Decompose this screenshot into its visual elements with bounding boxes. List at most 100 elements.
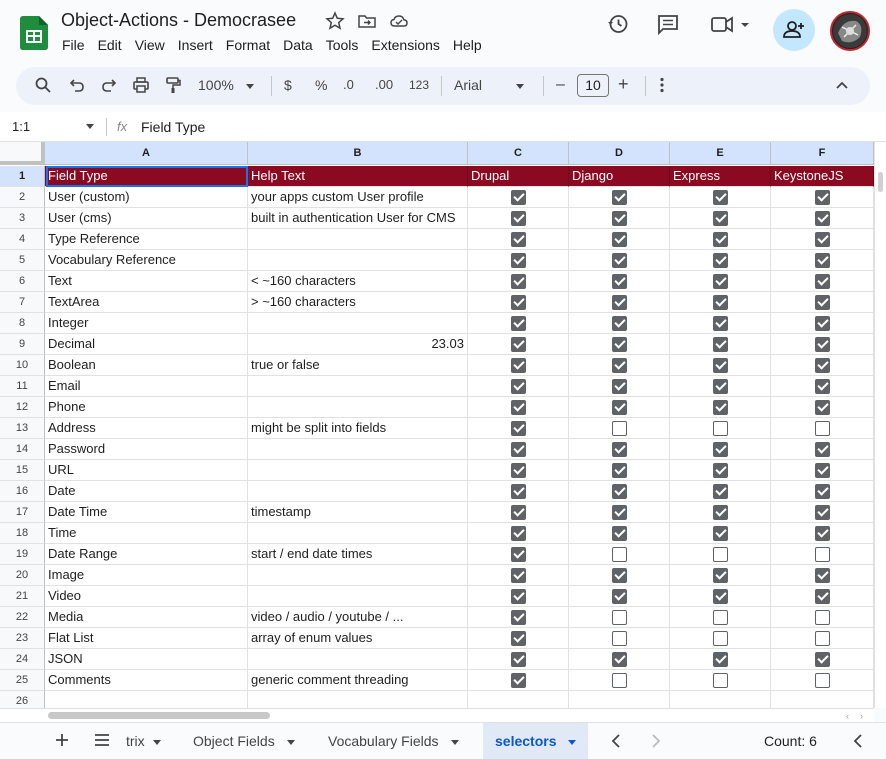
star-icon[interactable] (325, 11, 345, 31)
cloud-status-icon[interactable] (389, 11, 409, 31)
checkbox-checked[interactable] (712, 358, 728, 373)
checkbox-checked[interactable] (712, 211, 728, 226)
row-number[interactable]: 19 (0, 544, 45, 565)
formula-input[interactable]: Field Type (141, 119, 205, 135)
checkbox-checked[interactable] (510, 400, 526, 415)
undo-icon[interactable] (68, 76, 86, 96)
help-text-cell[interactable]: might be split into fields (248, 418, 468, 439)
field-type-cell[interactable]: Text (45, 271, 248, 292)
row-number[interactable]: 20 (0, 565, 45, 586)
checkbox-checked[interactable] (611, 190, 627, 205)
field-type-cell[interactable]: Type Reference (45, 229, 248, 250)
row-number[interactable]: 1 (0, 166, 45, 187)
help-text-cell[interactable]: > ~160 characters (248, 292, 468, 313)
row-number[interactable]: 5 (0, 250, 45, 271)
field-type-cell[interactable]: Password (45, 439, 248, 460)
checkbox-checked[interactable] (611, 295, 627, 310)
scroll-tabs-right-icon[interactable] (650, 733, 662, 754)
checkbox-checked[interactable] (611, 316, 627, 331)
checkbox-checked[interactable] (814, 400, 830, 415)
checkbox-checked[interactable] (712, 568, 728, 583)
menu-help[interactable]: Help (453, 37, 482, 53)
checkbox-checked[interactable] (510, 211, 526, 226)
decrease-decimal-button[interactable]: .0 (343, 77, 354, 97)
checkbox-checked[interactable] (510, 358, 526, 373)
row-number[interactable]: 2 (0, 187, 45, 208)
more-formats-button[interactable]: 123 (409, 78, 429, 98)
column-header-c[interactable]: C (468, 142, 569, 165)
checkbox-checked[interactable] (510, 463, 526, 478)
checkbox-unchecked[interactable] (611, 673, 627, 688)
checkbox-checked[interactable] (611, 484, 627, 499)
checkbox-checked[interactable] (611, 400, 627, 415)
meet-icon[interactable] (710, 12, 752, 41)
checkbox-checked[interactable] (814, 358, 830, 373)
header-cell[interactable]: KeystoneJS (771, 166, 874, 187)
checkbox-checked[interactable] (814, 442, 830, 457)
print-icon[interactable] (132, 76, 150, 96)
help-text-cell[interactable]: built in authentication User for CMS (248, 208, 468, 229)
help-text-cell[interactable]: true or false (248, 355, 468, 376)
help-text-cell[interactable] (248, 439, 468, 460)
checkbox-checked[interactable] (814, 337, 830, 352)
sheets-logo-icon[interactable] (20, 16, 48, 50)
checkbox-unchecked[interactable] (814, 547, 830, 562)
help-text-cell[interactable] (248, 586, 468, 607)
row-number[interactable]: 14 (0, 439, 45, 460)
row-number[interactable]: 3 (0, 208, 45, 229)
checkbox-checked[interactable] (510, 526, 526, 541)
sheet-tab-vocabulary-fields[interactable]: Vocabulary Fields (328, 723, 459, 759)
field-type-cell[interactable]: Vocabulary Reference (45, 250, 248, 271)
move-folder-icon[interactable] (357, 11, 377, 31)
field-type-cell[interactable]: Address (45, 418, 248, 439)
checkbox-checked[interactable] (814, 379, 830, 394)
checkbox-checked[interactable] (814, 463, 830, 478)
checkbox-checked[interactable] (611, 358, 627, 373)
checkbox-checked[interactable] (712, 400, 728, 415)
checkbox-checked[interactable] (611, 253, 627, 268)
row-number[interactable]: 24 (0, 649, 45, 670)
checkbox-checked[interactable] (510, 316, 526, 331)
checkbox-checked[interactable] (712, 190, 728, 205)
font-select[interactable]: Arial (454, 77, 525, 97)
checkbox-checked[interactable] (814, 589, 830, 604)
row-number[interactable]: 26 (0, 691, 45, 708)
checkbox-unchecked[interactable] (814, 610, 830, 625)
field-type-cell[interactable]: Email (45, 376, 248, 397)
checkbox-checked[interactable] (814, 484, 830, 499)
row-number[interactable]: 16 (0, 481, 45, 502)
row-number[interactable]: 11 (0, 376, 45, 397)
row-number[interactable]: 23 (0, 628, 45, 649)
help-text-cell[interactable]: 23.03 (248, 334, 468, 355)
checkbox-checked[interactable] (510, 589, 526, 604)
font-size-input[interactable]: 10 (577, 74, 609, 97)
checkbox-checked[interactable] (611, 589, 627, 604)
currency-format-button[interactable]: $ (284, 77, 292, 97)
checkbox-checked[interactable] (510, 505, 526, 520)
avatar[interactable] (830, 11, 870, 51)
checkbox-checked[interactable] (712, 526, 728, 541)
spreadsheet-grid[interactable]: A B C D E F 1 Field Type Help Text Drupa… (0, 142, 874, 708)
checkbox-checked[interactable] (814, 253, 830, 268)
field-type-cell[interactable] (45, 691, 248, 708)
checkbox-unchecked[interactable] (712, 673, 728, 688)
help-text-cell[interactable]: start / end date times (248, 544, 468, 565)
side-panel-toggle-icon[interactable] (852, 733, 864, 754)
row-number[interactable]: 15 (0, 460, 45, 481)
checkbox-checked[interactable] (814, 274, 830, 289)
scroll-thumb[interactable] (48, 712, 270, 719)
help-text-cell[interactable] (248, 397, 468, 418)
column-header-d[interactable]: D (569, 142, 670, 165)
zoom-select[interactable]: 100% (198, 77, 254, 97)
sheet-tab-selectors[interactable]: selectors (483, 723, 589, 759)
row-number[interactable]: 10 (0, 355, 45, 376)
checkbox-checked[interactable] (712, 484, 728, 499)
share-button[interactable] (773, 9, 815, 51)
help-text-cell[interactable] (248, 523, 468, 544)
checkbox-checked[interactable] (611, 526, 627, 541)
checkbox-checked[interactable] (510, 274, 526, 289)
checkbox-checked[interactable] (510, 379, 526, 394)
checkbox-checked[interactable] (510, 337, 526, 352)
scroll-left-icon[interactable]: ‹ (846, 711, 849, 721)
collapse-menus-icon[interactable] (834, 76, 850, 96)
